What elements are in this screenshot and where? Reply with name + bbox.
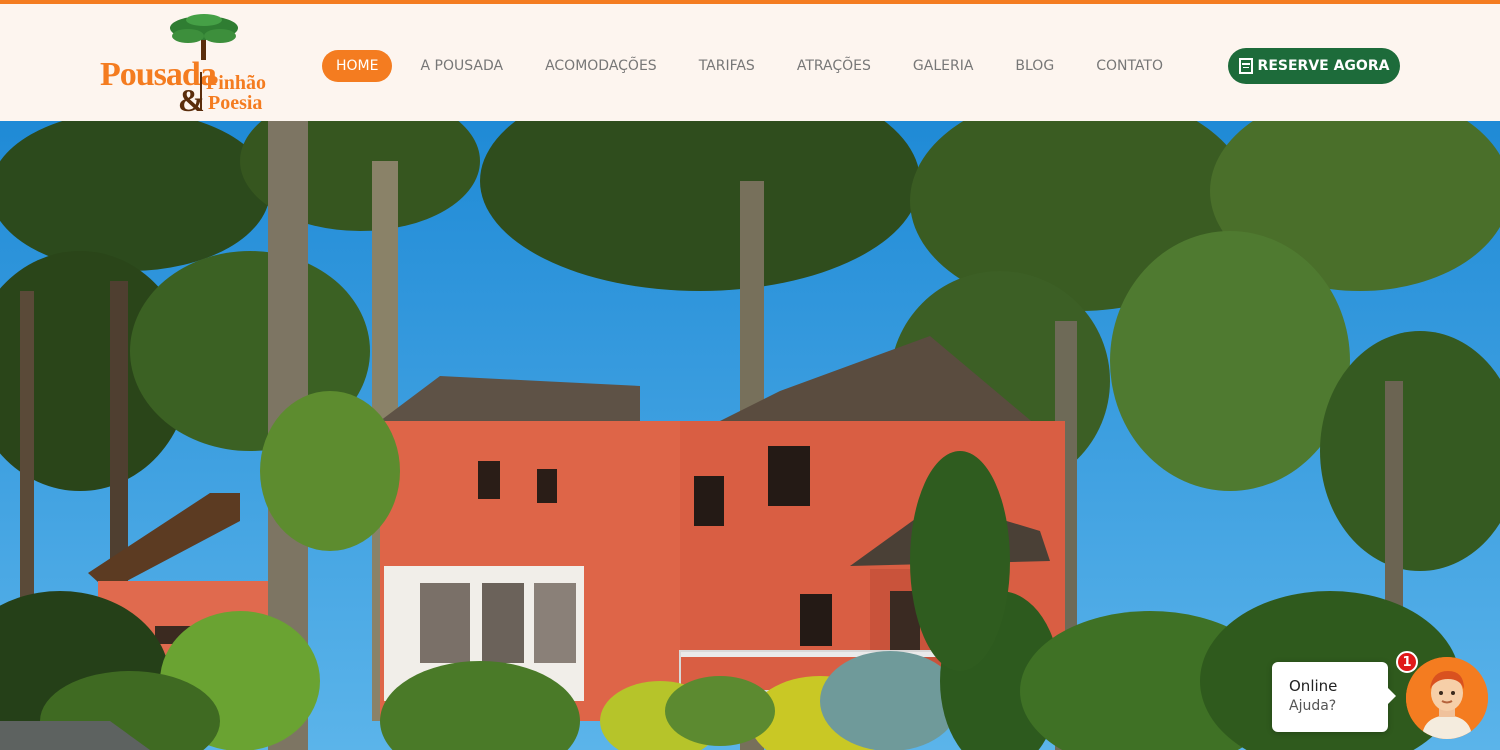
- chat-avatar-button[interactable]: [1406, 657, 1488, 739]
- site-header: Pousada & Pinhão Poesia HOME A POUSADA A…: [0, 4, 1500, 121]
- nav-acomodacoes[interactable]: ACOMODAÇÕES: [545, 58, 657, 74]
- nav-galeria[interactable]: GALERIA: [913, 58, 974, 74]
- logo-ampersand: &: [178, 82, 205, 118]
- site-logo[interactable]: Pousada & Pinhão Poesia: [98, 14, 293, 118]
- chat-notification-badge: 1: [1396, 651, 1418, 673]
- chat-status: Online: [1289, 677, 1338, 695]
- chat-bubble[interactable]: Online Ajuda?: [1272, 662, 1396, 732]
- hero-image: [0, 121, 1500, 750]
- tree-logo-icon: [170, 14, 238, 60]
- nav-atracoes[interactable]: ATRAÇÕES: [797, 58, 871, 74]
- chat-prompt: Ajuda?: [1289, 698, 1337, 714]
- nav-contato[interactable]: CONTATO: [1096, 58, 1163, 74]
- main-nav: HOME A POUSADA ACOMODAÇÕES TARIFAS ATRAÇ…: [322, 48, 1205, 84]
- nav-blog[interactable]: BLOG: [1015, 58, 1054, 74]
- hero-photo-illustration: [0, 121, 1500, 750]
- logo-text-poesia: Poesia: [208, 92, 263, 114]
- reserve-now-button[interactable]: RESERVE AGORA: [1228, 48, 1400, 84]
- nav-a-pousada[interactable]: A POUSADA: [420, 58, 503, 74]
- attendant-avatar-icon: [1406, 657, 1488, 739]
- nav-home[interactable]: HOME: [322, 50, 393, 82]
- calendar-icon: [1238, 58, 1253, 74]
- reserve-now-label: RESERVE AGORA: [1257, 58, 1390, 74]
- nav-tarifas[interactable]: TARIFAS: [699, 58, 755, 74]
